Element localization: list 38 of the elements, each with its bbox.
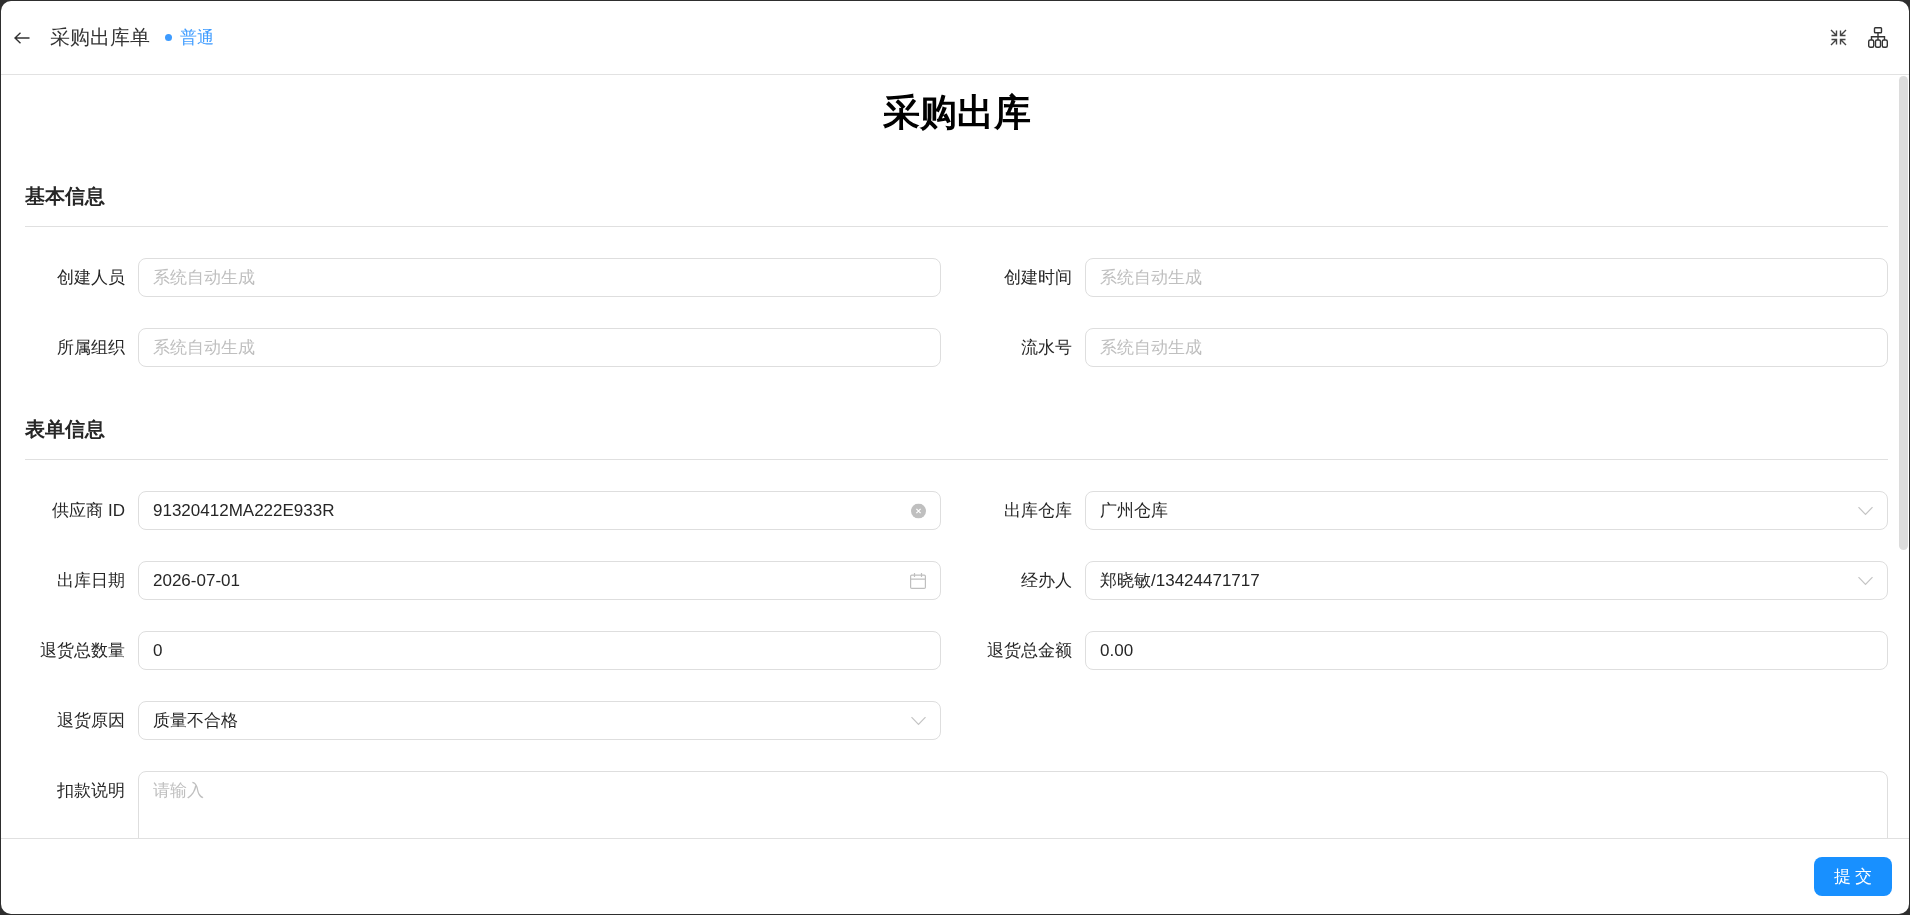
form-title: 采购出库单: [50, 25, 150, 50]
chevron-down-icon: [1858, 506, 1873, 515]
date-field[interactable]: 2026-07-01: [138, 561, 941, 600]
hierarchy-icon[interactable]: [1868, 27, 1888, 48]
input-field[interactable]: 系统自动生成: [1085, 258, 1888, 297]
input-field[interactable]: 系统自动生成: [1085, 328, 1888, 367]
select-field[interactable]: 广州仓库: [1085, 491, 1888, 530]
field-label: 退货总数量: [40, 639, 125, 662]
field-label: 扣款说明: [57, 780, 125, 802]
chevron-down-icon: [1858, 576, 1873, 585]
input-field[interactable]: 系统自动生成: [138, 258, 941, 297]
field-label: 所属组织: [57, 336, 125, 359]
section-heading: 基本信息: [25, 184, 105, 209]
field-label: 出库仓库: [1004, 499, 1072, 522]
field-label: 供应商 ID: [52, 499, 125, 522]
chevron-down-icon: [911, 716, 926, 725]
field-label: 退货总金额: [987, 639, 1072, 662]
input-field[interactable]: 0.00: [1085, 631, 1888, 670]
compress-icon[interactable]: [1830, 29, 1847, 46]
field-label: 创建时间: [1004, 266, 1072, 289]
section-heading: 表单信息: [25, 417, 105, 442]
field-label: 出库日期: [57, 569, 125, 592]
field-label: 经办人: [1021, 569, 1072, 592]
field-label: 退货原因: [57, 709, 125, 732]
input-field[interactable]: 系统自动生成: [138, 328, 941, 367]
status-label: 普通: [180, 27, 214, 49]
input-field[interactable]: 91320412MA222E933R: [138, 491, 941, 530]
input-field[interactable]: 0: [138, 631, 941, 670]
dot-icon: [165, 34, 172, 41]
back-arrow-icon[interactable]: [14, 31, 30, 44]
field-label: 创建人员: [57, 266, 125, 289]
scrollbar-thumb[interactable]: [1899, 76, 1908, 550]
field-label: 流水号: [1021, 336, 1072, 359]
select-field[interactable]: 郑晓敏/13424471717: [1085, 561, 1888, 600]
textarea-field[interactable]: 请输入: [138, 771, 1888, 838]
select-field[interactable]: 质量不合格: [138, 701, 941, 740]
calendar-icon: [910, 572, 926, 589]
page-heading: 采购出库: [882, 91, 1031, 135]
